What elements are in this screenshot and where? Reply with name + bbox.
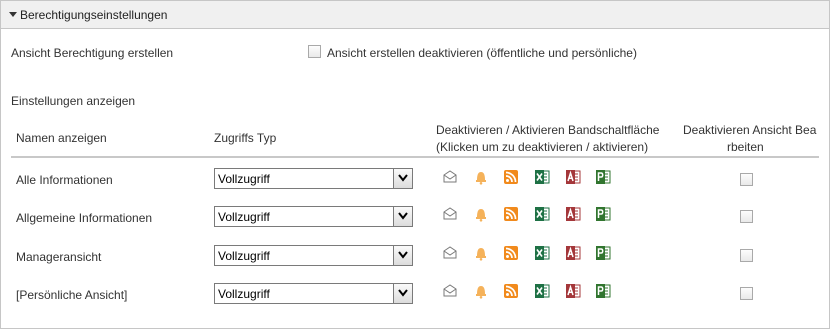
access-type-value: Vollzugriff: [218, 172, 270, 186]
email-icon[interactable]: [442, 169, 458, 185]
access-type-select[interactable]: Vollzugriff: [214, 283, 413, 304]
column-header-ribbon-line2: (Klicken um zu deaktivieren / aktivieren…: [436, 140, 649, 154]
section-title: Berechtigungseinstellungen: [20, 8, 168, 22]
disable-view-creation-checkbox[interactable]: [308, 45, 321, 58]
access-type-value: Vollzugriff: [218, 210, 270, 224]
project-icon[interactable]: [595, 169, 611, 185]
column-header-edit-line2: rbeiten: [727, 140, 764, 154]
rss-icon[interactable]: [503, 245, 519, 261]
bell-icon[interactable]: [473, 206, 489, 222]
disable-edit-view-checkbox[interactable]: [740, 210, 753, 223]
email-icon[interactable]: [442, 245, 458, 261]
chevron-down-icon[interactable]: [393, 246, 412, 265]
column-header-edit-line1: Deaktivieren Ansicht Bea: [683, 123, 817, 137]
disable-edit-view-checkbox[interactable]: [740, 173, 753, 186]
bell-icon[interactable]: [473, 245, 489, 261]
rss-icon[interactable]: [503, 169, 519, 185]
email-icon[interactable]: [442, 283, 458, 299]
collapse-triangle-icon[interactable]: [9, 12, 17, 17]
excel-icon[interactable]: [534, 283, 550, 299]
bell-icon[interactable]: [473, 169, 489, 185]
table-header-divider: [11, 156, 819, 158]
row-name: Alle Informationen: [16, 173, 113, 187]
access-type-select[interactable]: Vollzugriff: [214, 206, 413, 227]
column-header-ribbon-line1: Deaktivieren / Aktivieren Bandschaltfläc…: [436, 123, 660, 137]
access-type-select[interactable]: Vollzugriff: [214, 168, 413, 189]
access-type-value: Vollzugriff: [218, 287, 270, 301]
access-icon[interactable]: [565, 206, 581, 222]
column-header-access: Zugriffs Typ: [214, 131, 277, 145]
project-icon[interactable]: [595, 206, 611, 222]
chevron-down-icon[interactable]: [393, 169, 412, 188]
display-settings-label: Einstellungen anzeigen: [11, 94, 136, 108]
column-header-name: Namen anzeigen: [16, 131, 107, 145]
access-type-value: Vollzugriff: [218, 249, 270, 263]
project-icon[interactable]: [595, 245, 611, 261]
excel-icon[interactable]: [534, 206, 550, 222]
row-name: [Persönliche Ansicht]: [16, 288, 128, 302]
access-icon[interactable]: [565, 245, 581, 261]
permission-settings-panel: Berechtigungseinstellungen Ansicht Berec…: [0, 0, 830, 329]
create-view-permission-label: Ansicht Berechtigung erstellen: [11, 46, 174, 60]
chevron-down-icon[interactable]: [393, 284, 412, 303]
excel-icon[interactable]: [534, 245, 550, 261]
access-icon[interactable]: [565, 283, 581, 299]
disable-edit-view-checkbox[interactable]: [740, 287, 753, 300]
rss-icon[interactable]: [503, 206, 519, 222]
rss-icon[interactable]: [503, 283, 519, 299]
access-type-select[interactable]: Vollzugriff: [214, 245, 413, 266]
row-name: Allgemeine Informationen: [16, 211, 153, 225]
row-name: Manageransicht: [16, 250, 102, 264]
section-header[interactable]: Berechtigungseinstellungen: [1, 1, 829, 29]
disable-view-creation-label: Ansicht erstellen deaktivieren (öffentli…: [327, 46, 637, 60]
access-icon[interactable]: [565, 169, 581, 185]
excel-icon[interactable]: [534, 169, 550, 185]
disable-edit-view-checkbox[interactable]: [740, 249, 753, 262]
project-icon[interactable]: [595, 283, 611, 299]
email-icon[interactable]: [442, 206, 458, 222]
bell-icon[interactable]: [473, 283, 489, 299]
chevron-down-icon[interactable]: [393, 207, 412, 226]
